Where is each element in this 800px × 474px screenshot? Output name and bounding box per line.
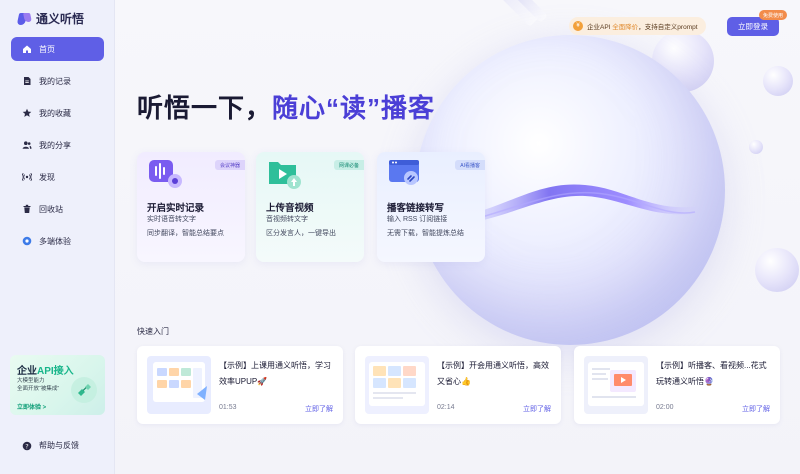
feature-card-podcast[interactable]: AI看播客 播客链接转写 输入 RSS 订阅链接 无需下载，智能提炼总结 [377,152,485,262]
sidebar-item-trash[interactable]: 回收站 [11,197,104,221]
radio-icon [22,172,32,182]
quick-start-card[interactable]: 【示例】听播客、看视频...花式玩转通义听悟🔮 02:00 立即了解 [574,346,780,424]
devices-icon [22,236,32,246]
help-feedback-link[interactable]: ? 帮助与反馈 [22,440,79,451]
help-label: 帮助与反馈 [39,441,79,450]
enterprise-api-banner[interactable]: ¥ 企业API 全面降价，支持自定义prompt [569,17,706,35]
feature-line: 音视频转文字 [266,216,308,223]
page-title: 听悟一下，随心“读”播客 [137,93,436,123]
sidebar-item-label: 我的分享 [39,140,71,150]
promo-cta-link[interactable]: 立即体验 > [17,402,46,411]
feature-tag: 会议神器 [214,160,245,170]
feature-title: 开启实时记录 [147,203,205,214]
sidebar-item-label: 我的记录 [39,76,71,86]
sidebar-item-discover[interactable]: 发现 [11,165,104,189]
quick-start-text: 【示例】上课用通义听悟，学习效率UPUP🚀 [219,361,331,386]
feature-title: 播客链接转写 [387,203,445,214]
plug-icon [71,377,97,403]
app-name: 通义听悟 [36,12,85,26]
sidebar-item-label: 首页 [39,44,55,54]
trash-icon [22,204,32,214]
video-duration: 02:00 [656,404,674,411]
sidebar-item-records[interactable]: 我的记录 [11,69,104,93]
main-content: ¥ 企业API 全面降价，支持自定义prompt 立即登录 免费使用 听悟一下，… [115,0,800,474]
sidebar-item-shares[interactable]: 我的分享 [11,133,104,157]
video-thumbnail [147,356,211,414]
logo-icon [18,12,32,26]
promo-title: 企业API接入 [17,366,74,377]
home-icon [22,44,32,54]
users-icon [22,140,32,150]
feature-line: 输入 RSS 订阅链接 [387,216,448,223]
sidebar-item-favorites[interactable]: 我的收藏 [11,101,104,125]
quick-start-text: 【示例】听播客、看视频...花式玩转通义听悟🔮 [656,361,767,386]
sidebar-nav: 首页 我的记录 我的收藏 我的分享 发现 回收站 多端体验 [11,37,104,261]
enterprise-api-promo[interactable]: 企业API接入 大模型能力 全面开放“被集成” 立即体验 > [10,355,105,415]
sidebar-item-label: 我的收藏 [39,108,71,118]
feature-card-upload[interactable]: 网课必备 上传音视频 音视频转文字 区分发言人，一键导出 [256,152,364,262]
feature-card-realtime[interactable]: 会议神器 开启实时记录 实时语音转文字 同步翻译，智能总结要点 [137,152,245,262]
sidebar-item-home[interactable]: 首页 [11,37,104,61]
feature-tag: 网课必备 [333,160,364,170]
quick-start-title: 快速入门 [137,327,169,336]
feature-title: 上传音视频 [266,203,314,214]
feature-line: 无需下载，智能提炼总结 [387,230,464,237]
microphone-waveform-icon [149,160,182,188]
coin-icon: ¥ [573,21,583,31]
svg-text:?: ? [25,442,28,450]
feature-line: 同步翻译，智能总结要点 [147,230,224,237]
decor-bubble [763,66,793,96]
sidebar-item-label: 发现 [39,172,55,182]
star-icon [22,108,32,118]
promo-description: 大模型能力 全面开放“被集成” [17,378,60,392]
sidebar-item-devices[interactable]: 多端体验 [11,229,104,253]
learn-more-link[interactable]: 立即了解 [305,404,333,414]
sidebar-item-label: 多端体验 [39,236,71,246]
api-banner-text: 企业API 全面降价，支持自定义prompt [587,24,698,31]
learn-more-link[interactable]: 立即了解 [742,404,770,414]
upload-video-icon [269,162,301,189]
feature-tag: AI看播客 [455,160,485,170]
decor-bubble [755,248,799,292]
video-duration: 01:53 [219,404,237,411]
video-thumbnail [584,356,648,414]
sidebar: 通义听悟 首页 我的记录 我的收藏 我的分享 发现 回收站 多端体验 企业API… [0,0,115,474]
quick-start-text: 【示例】开会用通义听悟，高效又省心👍 [437,361,549,386]
decor-bubble [749,140,763,154]
quick-start-card[interactable]: 【示例】上课用通义听悟，学习效率UPUP🚀 01:53 立即了解 [137,346,343,424]
video-duration: 02:14 [437,404,455,411]
feature-line: 区分发言人，一键导出 [266,230,336,237]
feature-line: 实时语音转文字 [147,216,196,223]
quick-start-card[interactable]: 【示例】开会用通义听悟，高效又省心👍 02:14 立即了解 [355,346,561,424]
learn-more-link[interactable]: 立即了解 [523,404,551,414]
podcast-link-icon [389,160,419,185]
video-thumbnail [365,356,429,414]
sidebar-item-label: 回收站 [39,204,63,214]
help-icon: ? [22,441,32,451]
free-badge: 免费使用 [759,10,788,20]
document-icon [22,76,32,86]
app-logo[interactable]: 通义听悟 [18,10,84,27]
